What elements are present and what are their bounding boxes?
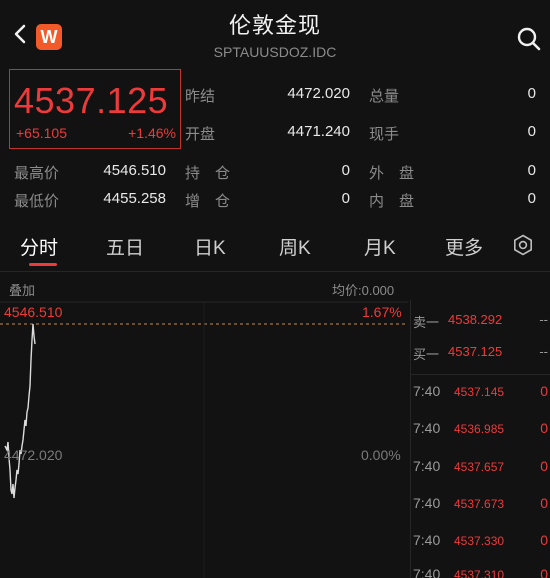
ask-price: 4538.292 <box>448 312 503 327</box>
position-value: 0 <box>341 162 350 179</box>
increase-label: 增 仓 <box>185 193 231 210</box>
active-tab-indicator <box>29 263 57 266</box>
price-line <box>4 323 36 499</box>
ask-qty: -- <box>539 312 548 327</box>
tick-price: 4537.673 <box>454 497 505 511</box>
symbol-code: SPTAUUSDOZ.IDC <box>213 44 337 60</box>
tick-time: 7:40 <box>413 566 441 578</box>
tab-five-day[interactable]: 五日 <box>106 233 144 260</box>
high-value: 4546.510 <box>103 162 166 179</box>
tick-price: 4536.985 <box>454 422 505 436</box>
tab-more[interactable]: 更多 <box>445 233 483 260</box>
current-hand-label: 现手 <box>369 126 400 143</box>
low-label: 最低价 <box>14 193 60 210</box>
prev-close-label: 昨结 <box>185 88 216 105</box>
price-box: 4537.125 +65.105 +1.46% <box>9 69 181 149</box>
price-change: +65.105 <box>16 125 67 141</box>
tab-intraday[interactable]: 分时 <box>20 233 58 260</box>
tick-qty: 0 <box>540 420 548 436</box>
tick-qty: 0 <box>540 458 548 474</box>
last-price: 4537.125 <box>14 80 169 121</box>
position-label: 持 仓 <box>185 165 231 182</box>
page-title: 伦敦金现 <box>228 13 321 38</box>
low-value: 4455.258 <box>103 190 166 207</box>
tick-qty: 0 <box>540 566 548 578</box>
tick-price: 4537.310 <box>454 568 505 578</box>
tab-daily-k[interactable]: 日K <box>194 233 226 260</box>
chart-high-pct: 1.67% <box>362 304 402 320</box>
chart-base-pct: 0.00% <box>361 447 401 463</box>
search-button[interactable] <box>516 26 542 52</box>
book-divider <box>411 374 550 375</box>
inner-value: 0 <box>527 190 536 207</box>
open-label: 开盘 <box>185 126 216 143</box>
bid-qty: -- <box>539 344 548 359</box>
chart-settings-button[interactable] <box>512 234 534 256</box>
tick-price: 4537.657 <box>454 460 505 474</box>
tick-time: 7:40 <box>413 458 441 474</box>
outer-label: 外 盘 <box>369 165 415 182</box>
bid-label: 买一 <box>413 347 440 362</box>
tick-qty: 0 <box>540 532 548 548</box>
intraday-chart[interactable] <box>0 300 408 578</box>
total-volume-value: 0 <box>527 85 536 102</box>
outer-value: 0 <box>527 162 536 179</box>
tick-price: 4537.330 <box>454 534 505 548</box>
price-change-pct: +1.46% <box>128 125 176 141</box>
settings-icon <box>513 234 533 256</box>
order-book-panel: 卖一 4538.292 -- 买一 4537.125 -- 7:40 4537.… <box>410 300 550 578</box>
tick-qty: 0 <box>540 495 548 511</box>
tab-monthly-k[interactable]: 月K <box>364 233 396 260</box>
total-volume-label: 总量 <box>369 88 400 105</box>
tick-time: 7:40 <box>413 495 441 511</box>
tabs-divider <box>0 271 550 272</box>
tick-time: 7:40 <box>413 420 441 436</box>
app-header: W 伦敦金现 SPTAUUSDOZ.IDC <box>0 0 550 66</box>
tick-time: 7:40 <box>413 532 441 548</box>
inner-label: 内 盘 <box>369 193 415 210</box>
chart-high-price: 4546.510 <box>4 304 63 320</box>
ask-label: 卖一 <box>413 315 440 330</box>
bid-price: 4537.125 <box>448 344 503 359</box>
search-icon <box>517 27 541 51</box>
overlay-button[interactable]: 叠加 <box>9 280 35 299</box>
high-label: 最高价 <box>14 165 60 182</box>
average-price-label: 均价:0.000 <box>332 283 395 298</box>
increase-value: 0 <box>341 190 350 207</box>
chart-base-price: 4472.020 <box>4 447 63 463</box>
tick-qty: 0 <box>540 383 548 399</box>
current-hand-value: 0 <box>527 123 536 140</box>
open-value: 4471.240 <box>287 123 350 140</box>
tick-time: 7:40 <box>413 383 441 399</box>
tick-price: 4537.145 <box>454 385 505 399</box>
tab-weekly-k[interactable]: 周K <box>279 233 311 260</box>
period-tabs: 分时 五日 日K 周K 月K 更多 <box>0 225 550 267</box>
prev-close-value: 4472.020 <box>287 85 350 102</box>
